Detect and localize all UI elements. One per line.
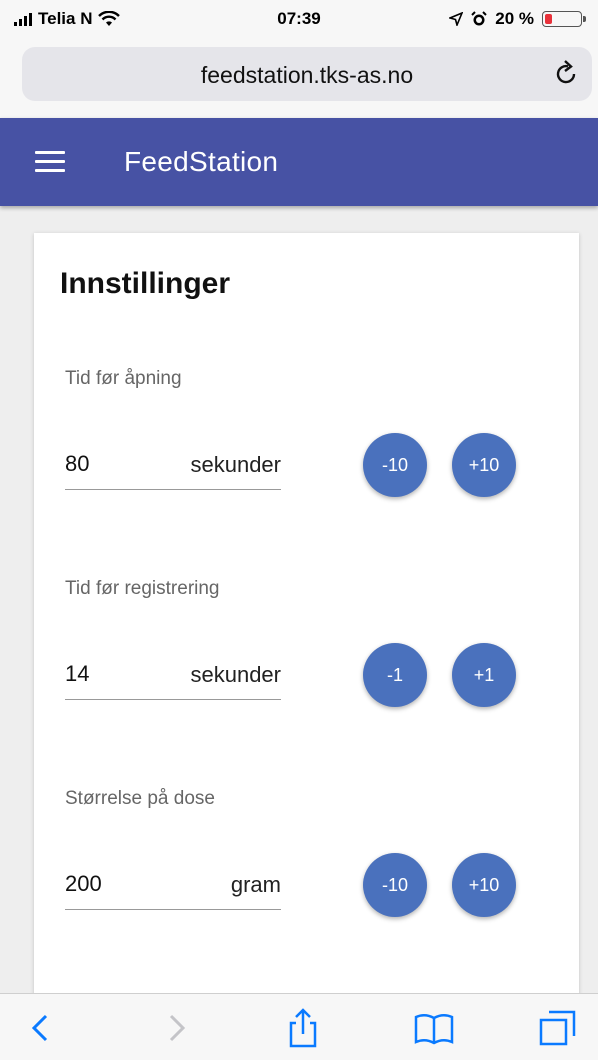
decrement-button[interactable]: -10 [363,853,427,917]
battery-fill [545,14,552,24]
browser-toolbar [0,993,598,1060]
value-field: sekunder [65,654,281,700]
dose-size-input[interactable] [65,864,175,904]
status-bar: Telia N 07:39 20 % [0,0,598,40]
setting-time-before-registration: Tid før registrering sekunder -1 +1 [34,578,579,778]
decrement-button[interactable]: -10 [363,433,427,497]
back-icon[interactable] [18,1006,62,1050]
hamburger-menu-icon[interactable] [35,151,65,173]
battery-icon [542,11,586,27]
settings-card: Innstillinger Tid før åpning sekunder -1… [34,233,579,1013]
decrement-button[interactable]: -1 [363,643,427,707]
setting-label: Tid før åpning [65,368,182,389]
unit-label: sekunder [190,452,281,477]
alarm-icon [471,11,487,26]
setting-label: Størrelse på dose [65,788,215,809]
increment-button[interactable]: +1 [452,643,516,707]
setting-dose-size: Størrelse på dose gram -10 +10 [34,788,579,988]
increment-button[interactable]: +10 [452,853,516,917]
url-text[interactable]: feedstation.tks-as.no [22,62,592,89]
browser-chrome: feedstation.tks-as.no [0,40,598,118]
address-bar[interactable]: feedstation.tks-as.no [22,47,592,101]
battery-percent: 20 % [495,9,534,28]
reload-icon[interactable] [550,57,582,89]
setting-time-before-opening: Tid før åpning sekunder -10 +10 [34,368,579,568]
time-before-opening-input[interactable] [65,444,175,484]
tabs-icon[interactable] [536,1006,580,1050]
app-bar: FeedStation [0,118,598,206]
status-right: 20 % [449,9,586,29]
app-title: FeedStation [124,146,279,177]
increment-button[interactable]: +10 [452,433,516,497]
bookmarks-icon[interactable] [412,1006,456,1050]
time-before-registration-input[interactable] [65,654,175,694]
share-icon[interactable] [281,1006,325,1050]
value-field: sekunder [65,444,281,490]
unit-label: sekunder [190,662,281,687]
setting-label: Tid før registrering [65,578,220,599]
unit-label: gram [230,872,281,897]
forward-icon[interactable] [155,1006,199,1050]
value-field: gram [65,864,281,910]
card-title: Innstillinger [60,267,231,300]
location-icon [449,12,464,26]
